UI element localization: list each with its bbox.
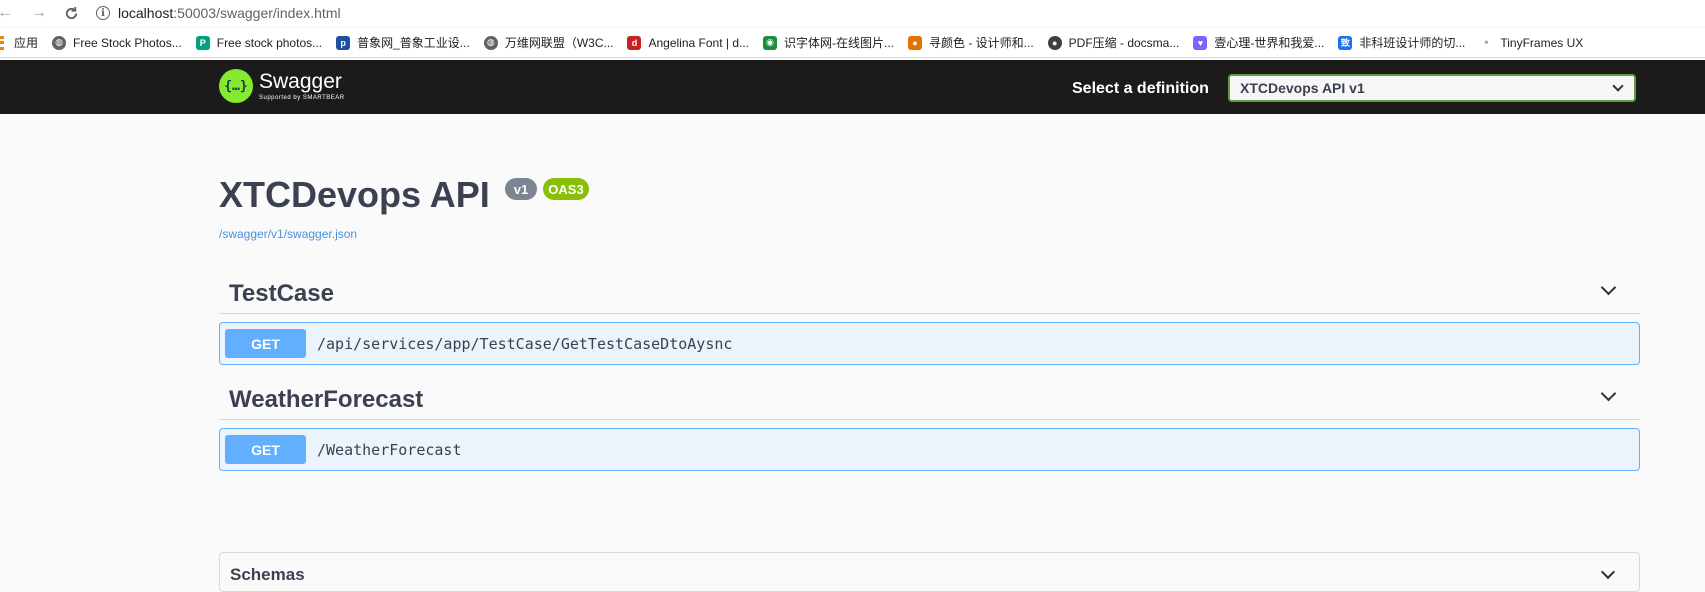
chevron-down-icon[interactable]: [1600, 385, 1617, 402]
swagger-braces-icon: {…}: [219, 69, 253, 103]
apps-icon: [0, 35, 4, 50]
operation-path: /WeatherForecast: [317, 440, 462, 459]
bookmark-label: 普象网_普象工业设...: [357, 36, 470, 50]
bookmark-pexels[interactable]: P Free stock photos...: [195, 35, 323, 50]
bookmark-label: PDF压缩 - docsma...: [1068, 36, 1180, 50]
url-host: localhost: [118, 5, 174, 21]
bookmark-apps[interactable]: 应用: [0, 34, 38, 51]
definition-value: XTCDevops API v1: [1240, 80, 1365, 96]
url-path: :50003/swagger/index.html: [173, 5, 341, 21]
swagger-topbar: {…} Swagger Supported by SMARTBEAR Selec…: [0, 60, 1705, 114]
bookmark-dafont[interactable]: d Angelina Font | d...: [627, 35, 749, 50]
pexels-icon: P: [195, 35, 210, 50]
schemas-title: Schemas: [230, 565, 305, 584]
globe-icon: ◍: [483, 35, 498, 50]
bookmark-label: TinyFrames UX: [1500, 35, 1584, 50]
logo-subtitle: Supported by SMARTBEAR: [259, 95, 345, 101]
bookmark-label: 壹心理-世界和我爱...: [1214, 36, 1325, 50]
bookmark-puxiang[interactable]: p 普象网_普象工业设...: [336, 34, 470, 51]
method-badge: GET: [225, 435, 306, 464]
heart-icon: ♥: [1193, 35, 1208, 50]
bookmark-shiziti[interactable]: ◉ 识字体网-在线图片...: [763, 34, 894, 51]
bookmark-free-stock-photos[interactable]: ◍ Free Stock Photos...: [52, 35, 182, 50]
bookmark-label: Free stock photos...: [216, 35, 323, 50]
reload-icon[interactable]: [60, 2, 82, 24]
puxiang-icon: p: [336, 35, 351, 50]
eye-icon: ◉: [763, 35, 777, 50]
bookmark-w3c[interactable]: ◍ 万维网联盟（W3C...: [483, 34, 614, 51]
logo-title: Swagger: [259, 70, 342, 93]
swagger-logo[interactable]: {…} Swagger Supported by SMARTBEAR: [219, 69, 345, 103]
api-title: XTCDevops API: [219, 174, 490, 215]
chevron-down-icon: [1612, 80, 1624, 92]
definition-select[interactable]: XTCDevops API v1: [1228, 74, 1636, 102]
bookmark-docsmall[interactable]: ● PDF压缩 - docsma...: [1047, 34, 1180, 51]
url-field[interactable]: i localhost:50003/swagger/index.html: [96, 2, 341, 24]
tag-title: WeatherForecast: [229, 386, 424, 413]
bookmark-label: Angelina Font | d...: [648, 35, 749, 50]
tag-weatherforecast-header[interactable]: WeatherForecast: [219, 378, 1640, 420]
bookmark-tinyframes[interactable]: ∘ TinyFrames UX: [1479, 35, 1584, 50]
bookmark-label: 识字体网-在线图片...: [784, 36, 894, 50]
globe-icon: ◍: [52, 35, 67, 50]
pdf-icon: ●: [1047, 35, 1062, 50]
method-badge: GET: [225, 329, 306, 358]
info-icon[interactable]: i: [96, 6, 110, 20]
spec-link[interactable]: /swagger/v1/swagger.json: [219, 227, 357, 241]
version-badge: v1: [505, 178, 537, 200]
forward-arrow-icon[interactable]: →: [28, 2, 50, 24]
tag-testcase-header[interactable]: TestCase: [219, 272, 1640, 314]
browser-address-bar: ← → i localhost:50003/swagger/index.html: [0, 0, 1705, 26]
tag-title: TestCase: [229, 280, 334, 307]
bookmark-label: 应用: [14, 36, 39, 50]
bookmark-xunyanse[interactable]: ● 寻颜色 - 设计师和...: [908, 34, 1034, 51]
schemas-section[interactable]: Schemas: [219, 552, 1640, 592]
operation-path: /api/services/app/TestCase/GetTestCaseDt…: [317, 334, 733, 353]
back-arrow-icon[interactable]: ←: [0, 2, 16, 24]
color-icon: ●: [908, 35, 922, 50]
bookmark-label: 非科班设计师的切...: [1359, 36, 1466, 50]
bookmark-label: Free Stock Photos...: [73, 35, 182, 50]
chevron-down-icon[interactable]: [1600, 279, 1617, 296]
bookmark-label: 万维网联盟（W3C...: [504, 36, 614, 50]
bookmark-zhihu[interactable]: 致 非科班设计师的切...: [1338, 34, 1465, 51]
bookmark-xinli[interactable]: ♥ 壹心理-世界和我爱...: [1193, 34, 1324, 51]
dafont-icon: d: [627, 35, 642, 50]
chevron-down-icon[interactable]: [1600, 564, 1616, 580]
oas-badge: OAS3: [543, 178, 589, 200]
zhi-icon: 致: [1338, 35, 1353, 50]
link-icon: ∘: [1479, 35, 1494, 50]
definition-label: Select a definition: [1072, 80, 1209, 97]
operation-get-weatherforecast[interactable]: GET /WeatherForecast: [219, 428, 1640, 471]
operation-get-testcase[interactable]: GET /api/services/app/TestCase/GetTestCa…: [219, 322, 1640, 365]
bookmarks-bar: 应用 ◍ Free Stock Photos... P Free stock p…: [0, 28, 1705, 58]
bookmark-label: 寻颜色 - 设计师和...: [929, 36, 1034, 50]
